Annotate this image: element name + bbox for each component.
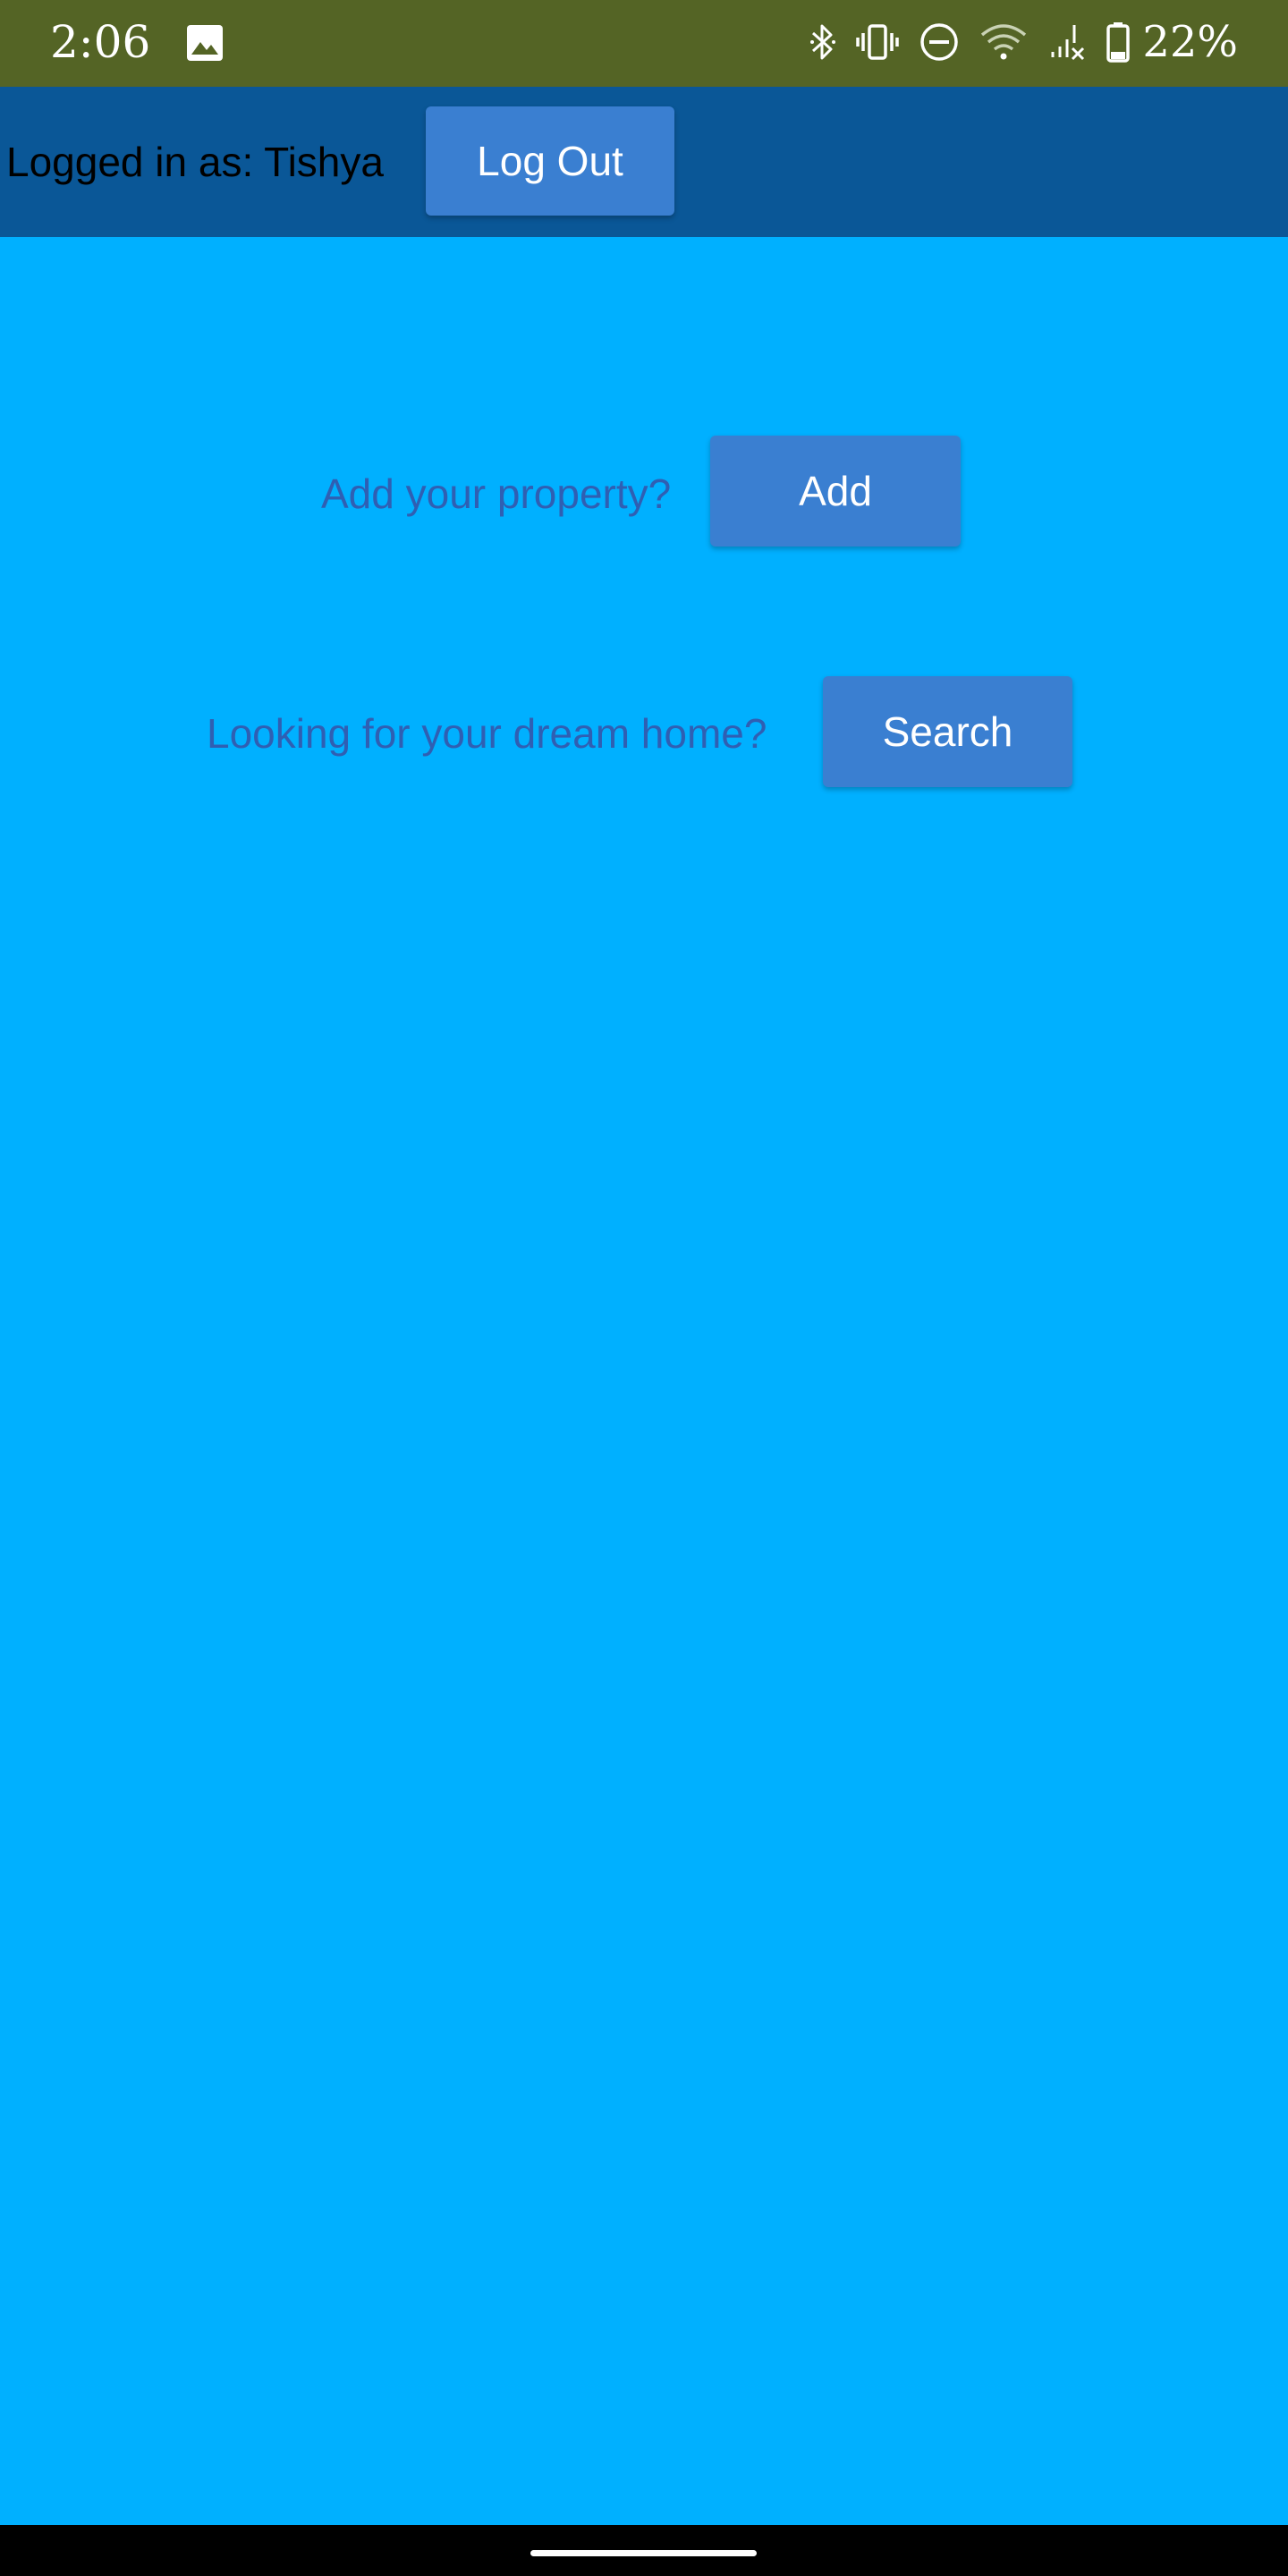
logout-button[interactable]: Log Out	[426, 106, 674, 216]
search-home-prompt: Looking for your dream home?	[207, 710, 767, 757]
add-property-button[interactable]: Add	[710, 436, 961, 547]
wifi-icon	[979, 22, 1028, 62]
vibrate-icon	[856, 21, 900, 64]
logged-in-label: Logged in as: Tishya	[6, 139, 384, 185]
home-handle[interactable]	[530, 2550, 757, 2556]
cell-signal-icon	[1047, 21, 1087, 63]
battery-icon	[1106, 21, 1131, 63]
add-property-prompt: Add your property?	[321, 470, 672, 517]
status-time: 2:06	[50, 16, 151, 68]
status-icons: 22%	[809, 13, 1238, 72]
bluetooth-icon	[809, 21, 836, 64]
do-not-disturb-icon	[919, 21, 960, 63]
search-button[interactable]: Search	[823, 676, 1072, 787]
app-header: Logged in as: Tishya Log Out	[0, 87, 1288, 237]
navigation-bar	[0, 2525, 1288, 2576]
battery-percent: 22%	[1142, 17, 1238, 67]
status-bar: 2:06 22%	[0, 0, 1288, 87]
gallery-icon	[186, 24, 224, 62]
